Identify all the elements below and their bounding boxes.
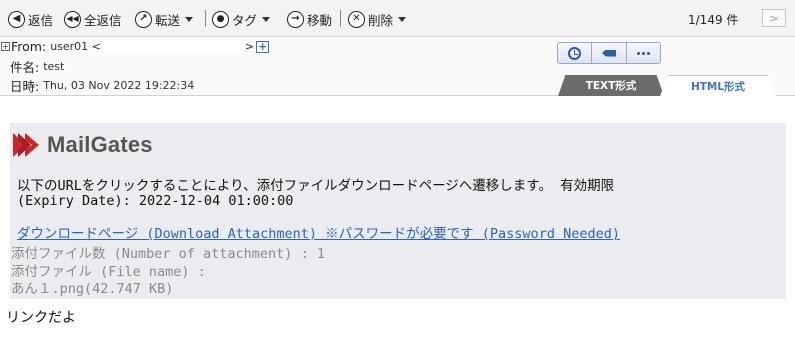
reply-button[interactable]: ◀ 返信 bbox=[8, 9, 53, 29]
mailgates-logo: MailGates bbox=[11, 130, 153, 160]
tag-icon: ● bbox=[212, 10, 229, 28]
forward-button[interactable]: ↗ 転送 bbox=[135, 9, 194, 29]
expiry-message: 以下のURLをクリックすることにより、添付ファイルダウンロードページへ遷移します… bbox=[17, 179, 614, 209]
toolbar-divider bbox=[205, 10, 206, 27]
subject-label: 件名: bbox=[10, 60, 40, 75]
label-button[interactable] bbox=[592, 43, 627, 63]
move-icon: → bbox=[287, 10, 304, 28]
reply-label: 返信 bbox=[28, 12, 54, 28]
date-label: 日時: bbox=[10, 79, 40, 94]
from-value: user01 < bbox=[50, 40, 101, 53]
page-count: 1/149 件 bbox=[688, 13, 739, 27]
tag-button[interactable]: ● タグ bbox=[212, 9, 271, 29]
tag-label: タグ bbox=[232, 12, 258, 28]
body-text: リンクだよ bbox=[6, 310, 76, 326]
from-address bbox=[102, 40, 245, 53]
more-icon bbox=[636, 51, 650, 55]
subject-value: test bbox=[43, 60, 65, 73]
clock-icon bbox=[568, 46, 582, 60]
toolbar: ◀ 返信 ◀◀ 全返信 ↗ 転送 ● タグ → 移動 ✕ 削除 1/149 件 … bbox=[0, 0, 795, 37]
label-tag-icon bbox=[601, 49, 616, 57]
from-close: > bbox=[244, 40, 255, 53]
delete-icon: ✕ bbox=[348, 10, 365, 28]
next-page-button[interactable]: > bbox=[762, 9, 786, 27]
more-button[interactable] bbox=[626, 43, 660, 63]
attachment-file: あん１.png(42.747 KB) bbox=[11, 281, 174, 297]
header-action-group bbox=[557, 42, 661, 64]
tab-text-format[interactable]: TEXT形式 bbox=[558, 75, 664, 96]
move-button[interactable]: → 移動 bbox=[287, 9, 332, 29]
add-contact-icon[interactable]: + bbox=[256, 40, 270, 53]
download-link[interactable]: ダウンロードページ (Download Attachment) ※パスワードが必… bbox=[17, 222, 620, 242]
toolbar-divider bbox=[340, 10, 341, 27]
from-row: + From: user01 < > + bbox=[0, 39, 270, 54]
chevron-down-icon bbox=[185, 16, 194, 22]
expiry-message-line1: 以下のURLをクリックすることにより、添付ファイルダウンロードページへ遷移します… bbox=[17, 178, 615, 194]
mailgates-logo-icon bbox=[13, 133, 39, 157]
attachment-name-label: 添付ファイル (File name) : bbox=[11, 264, 206, 280]
message-header: + From: user01 < > + 件名: test 日時: Thu, 0… bbox=[0, 37, 795, 96]
delete-label: 削除 bbox=[368, 12, 394, 28]
date-row: 日時: Thu, 03 Nov 2022 19:22:34 bbox=[10, 76, 194, 95]
subject-row: 件名: test bbox=[10, 57, 64, 76]
mailgates-logo-text: MailGates bbox=[47, 132, 153, 157]
reply-icon: ◀ bbox=[8, 10, 25, 28]
tab-html-format[interactable]: HTML形式 bbox=[660, 75, 776, 96]
expiry-message-line2: (Expiry Date): 2022-12-04 01:00:00 bbox=[17, 193, 294, 209]
attachment-count: 添付ファイル数 (Number of attachment) : 1 bbox=[11, 246, 325, 262]
mailgates-banner: MailGates 以下のURLをクリックすることにより、添付ファイルダウンロー… bbox=[10, 123, 786, 299]
reply-all-icon: ◀◀ bbox=[64, 10, 81, 28]
history-button[interactable] bbox=[558, 43, 593, 63]
reply-all-button[interactable]: ◀◀ 全返信 bbox=[64, 9, 122, 29]
move-label: 移動 bbox=[307, 12, 333, 28]
forward-icon: ↗ bbox=[135, 10, 152, 28]
delete-button[interactable]: ✕ 削除 bbox=[348, 9, 407, 29]
reply-all-label: 全返信 bbox=[84, 12, 122, 28]
chevron-down-icon bbox=[398, 16, 407, 22]
expand-icon[interactable]: + bbox=[1, 42, 10, 51]
forward-label: 転送 bbox=[155, 12, 181, 28]
from-label: From: bbox=[11, 39, 47, 54]
chevron-down-icon bbox=[262, 16, 271, 22]
date-value: Thu, 03 Nov 2022 19:22:34 bbox=[43, 79, 195, 92]
